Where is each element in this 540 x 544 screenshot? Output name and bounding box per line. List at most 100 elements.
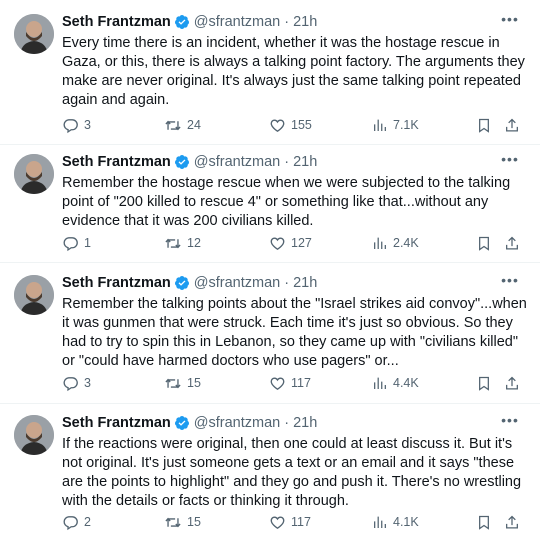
separator-dot: · [284,415,290,431]
author-name[interactable]: Seth Frantzman [62,275,171,291]
views-count: 4.1K [393,515,419,529]
reply-count: 3 [84,376,91,390]
tweet-text: Remember the talking points about the "I… [62,296,527,369]
author-name[interactable]: Seth Frantzman [62,14,171,30]
share-button[interactable] [504,374,520,392]
divider [0,262,540,263]
more-icon[interactable]: ••• [500,273,520,293]
bookmark-button[interactable] [476,513,492,531]
share-icon [504,117,520,134]
avatar[interactable] [14,415,54,455]
avatar[interactable] [14,275,54,315]
tweet-header: Seth Frantzman @sfrantzman · 21h [62,12,317,32]
views-icon [372,117,388,133]
tweet[interactable]: Seth Frantzman @sfrantzman · 21h ••• Rem… [0,152,540,262]
views-icon [372,514,388,530]
like-icon [269,514,286,531]
like-count: 155 [291,118,312,132]
bookmark-icon [476,514,492,531]
reply-button[interactable]: 3 [62,374,91,392]
views-count: 7.1K [393,118,419,132]
reply-count: 3 [84,118,91,132]
like-count: 117 [291,376,311,390]
tweet-time[interactable]: 21h [293,275,317,291]
retweet-count: 15 [187,376,201,390]
bookmark-button[interactable] [476,234,492,252]
share-button[interactable] [504,513,520,531]
views-icon [372,375,388,391]
tweet-time[interactable]: 21h [293,14,317,30]
avatar[interactable] [14,154,54,194]
separator-dot: · [284,14,290,30]
share-icon [504,514,520,531]
share-button[interactable] [504,116,520,134]
like-icon [269,117,286,134]
separator-dot: · [284,154,290,170]
separator-dot: · [284,275,290,291]
tweet-time[interactable]: 21h [293,415,317,431]
verified-badge-icon [174,415,190,431]
tweet[interactable]: Seth Frantzman @sfrantzman · 21h ••• Eve… [0,12,540,144]
tweet-actions: 1 12 127 2.4K [62,234,528,252]
retweet-button[interactable]: 15 [164,513,201,531]
like-button[interactable]: 117 [269,374,311,392]
share-button[interactable] [504,234,520,252]
tweet[interactable]: Seth Frantzman @sfrantzman · 21h ••• Rem… [0,273,540,403]
retweet-button[interactable]: 12 [164,234,201,252]
retweet-button[interactable]: 24 [164,116,201,134]
tweet-header: Seth Frantzman @sfrantzman · 21h [62,413,317,433]
tweet-actions: 3 15 117 4.4K [62,374,528,392]
bookmark-button[interactable] [476,374,492,392]
views-button[interactable]: 4.1K [372,513,419,531]
views-count: 4.4K [393,376,419,390]
retweet-icon [164,117,182,134]
reply-count: 1 [84,236,91,250]
like-button[interactable]: 155 [269,116,312,134]
retweet-count: 24 [187,118,201,132]
more-icon[interactable]: ••• [500,152,520,172]
author-handle[interactable]: @sfrantzman [194,415,280,431]
views-icon [372,235,388,251]
like-count: 127 [291,236,312,250]
tweet-text: Every time there is an incident, whether… [62,35,525,108]
bookmark-button[interactable] [476,116,492,134]
author-handle[interactable]: @sfrantzman [194,275,280,291]
bookmark-icon [476,375,492,392]
retweet-button[interactable]: 15 [164,374,201,392]
tweet-text: Remember the hostage rescue when we were… [62,175,511,229]
avatar[interactable] [14,14,54,54]
views-button[interactable]: 7.1K [372,116,419,134]
like-count: 117 [291,515,311,529]
tweet-text: If the reactions were original, then one… [62,436,522,509]
more-icon[interactable]: ••• [500,12,520,32]
reply-button[interactable]: 2 [62,513,91,531]
tweet-actions: 2 15 117 4.1K [62,513,528,531]
like-icon [269,375,286,392]
more-icon[interactable]: ••• [500,413,520,433]
author-handle[interactable]: @sfrantzman [194,14,280,30]
reply-button[interactable]: 1 [62,234,91,252]
share-icon [504,375,520,392]
retweet-count: 12 [187,236,201,250]
views-button[interactable]: 2.4K [372,234,419,252]
bookmark-icon [476,235,492,252]
author-handle[interactable]: @sfrantzman [194,154,280,170]
verified-badge-icon [174,14,190,30]
tweet-time[interactable]: 21h [293,154,317,170]
author-name[interactable]: Seth Frantzman [62,415,171,431]
divider [0,403,540,404]
reply-icon [62,235,79,252]
verified-badge-icon [174,275,190,291]
author-name[interactable]: Seth Frantzman [62,154,171,170]
tweet-header: Seth Frantzman @sfrantzman · 21h [62,152,317,172]
retweet-icon [164,375,182,392]
like-button[interactable]: 117 [269,513,311,531]
retweet-icon [164,235,182,252]
reply-button[interactable]: 3 [62,116,91,134]
like-button[interactable]: 127 [269,234,312,252]
views-button[interactable]: 4.4K [372,374,419,392]
reply-icon [62,375,79,392]
like-icon [269,235,286,252]
views-count: 2.4K [393,236,419,250]
tweet[interactable]: Seth Frantzman @sfrantzman · 21h ••• If … [0,413,540,541]
